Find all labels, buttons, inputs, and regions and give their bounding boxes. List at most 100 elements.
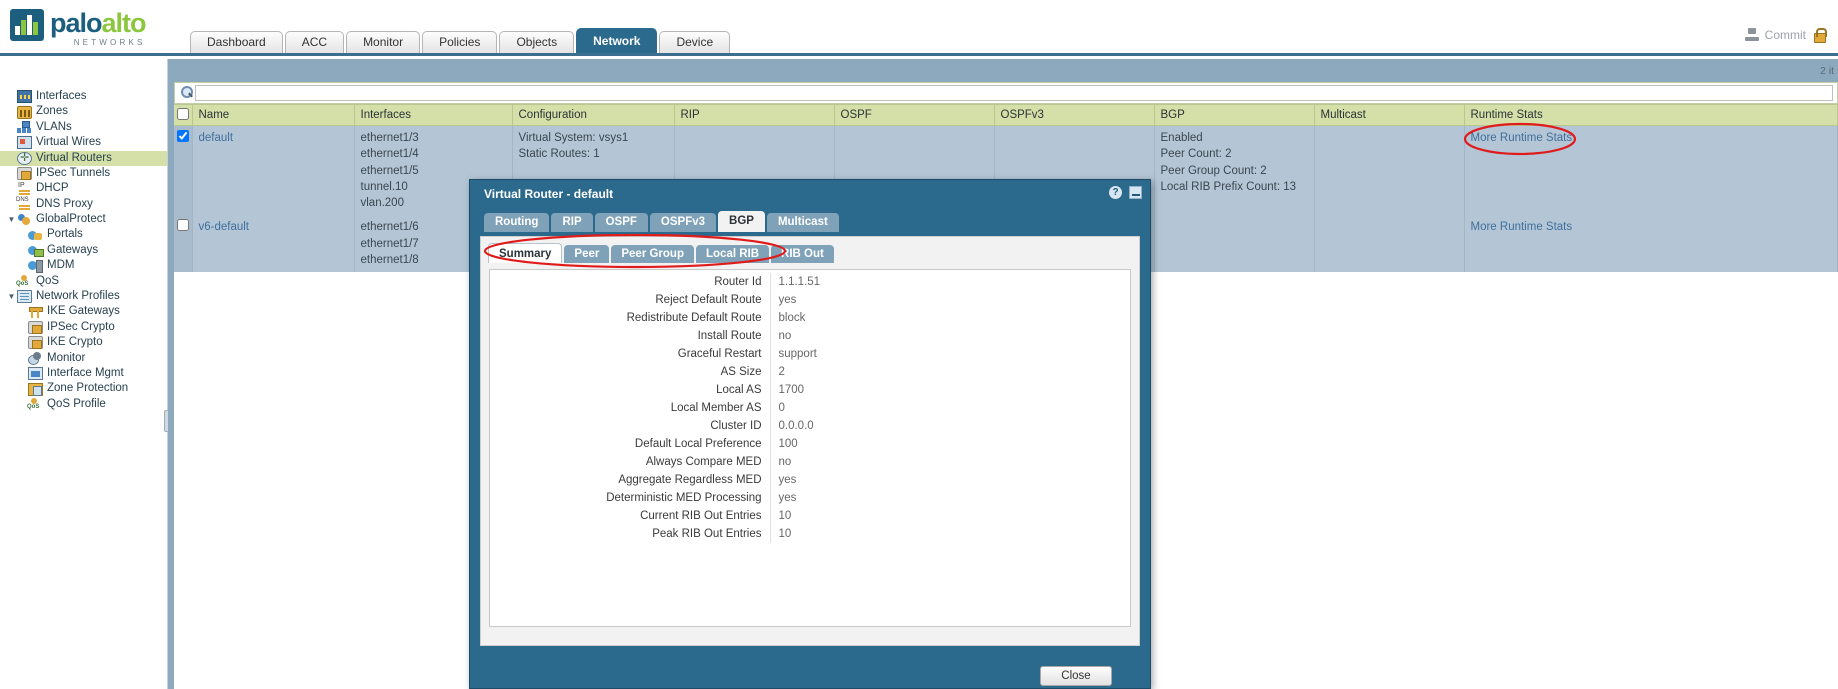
tab-objects[interactable]: Objects — [499, 31, 575, 53]
paloalto-logo-text: paloalto NETWORKS — [50, 8, 147, 47]
lock-icon[interactable] — [1812, 28, 1827, 43]
more-runtime-stats-link[interactable]: More Runtime Stats — [1471, 221, 1573, 233]
sidebar-item-interfaces[interactable]: Interfaces — [0, 89, 167, 104]
virtual-router-link[interactable]: v6-default — [199, 221, 250, 233]
cell-bgp — [1154, 215, 1315, 273]
close-button[interactable]: Close — [1040, 666, 1112, 686]
sidebar-item-zones[interactable]: Zones — [0, 104, 167, 119]
summary-key: Local Member AS — [670, 402, 762, 414]
search-input[interactable] — [195, 85, 1833, 101]
summary-value: 1.1.1.51 — [769, 273, 930, 291]
col-configuration[interactable]: Configuration — [512, 104, 675, 126]
sidebar-item-dns-proxy[interactable]: DNS Proxy — [0, 197, 167, 212]
commit-area: Commit — [1744, 28, 1827, 43]
col-name[interactable]: Name — [192, 104, 355, 126]
commit-icon — [1744, 28, 1759, 42]
bgp-summary-panel: Router Id 1.1.1.51 Reject Default Route yes… — [489, 269, 1131, 627]
sidebar-item-gateways[interactable]: Gateways — [0, 243, 167, 258]
sidebar-item-ipsec-tunnels[interactable]: IPSec Tunnels — [0, 166, 167, 181]
sidebar-item-monitor[interactable]: Monitor — [0, 351, 167, 366]
dialog-subtab-rib-out[interactable]: RIB Out — [771, 245, 834, 263]
virtual-router-link[interactable]: default — [199, 132, 234, 144]
sidebar-item-label: DNS Proxy — [36, 197, 93, 210]
summary-key: Aggregate Regardless MED — [618, 474, 762, 486]
sidebar-item-globalprotect[interactable]: ▼ GlobalProtect — [0, 212, 167, 227]
dialog-tab-ospf[interactable]: OSPF — [594, 213, 648, 232]
dialog-subtab-peer[interactable]: Peer — [564, 245, 610, 263]
cell-line: ethernet1/4 — [360, 148, 419, 161]
chevron-down-icon[interactable]: ▼ — [6, 215, 17, 224]
row-checkbox[interactable] — [177, 219, 189, 232]
brand-name-part1: palo — [50, 8, 103, 38]
dialog-tab-routing[interactable]: Routing — [484, 213, 550, 232]
sidebar-item-network-profiles[interactable]: ▼ Network Profiles — [0, 289, 167, 304]
summary-row: Router Id 1.1.1.51 — [490, 273, 930, 291]
tab-network[interactable]: Network — [576, 28, 658, 53]
sidebar-item-zone-protection[interactable]: Zone Protection — [0, 381, 167, 396]
chevron-down-icon[interactable]: ▼ — [6, 292, 17, 301]
row-checkbox[interactable] — [177, 130, 189, 142]
summary-value: no — [769, 327, 930, 345]
sidebar-item-label: QoS — [36, 274, 60, 287]
summary-value: 0 — [769, 399, 930, 417]
dialog-subtab-summary[interactable]: Summary — [488, 243, 563, 263]
search-icon[interactable] — [179, 85, 195, 101]
dialog-tab-bgp[interactable]: BGP — [718, 211, 765, 232]
main-navigation-tabs: Dashboard ACC Monitor Policies Objects N… — [190, 28, 732, 53]
sidebar-item-ipsec-crypto[interactable]: IPSec Crypto — [0, 320, 167, 335]
dialog-tab-rip[interactable]: RIP — [551, 213, 593, 232]
sidebar-item-portals[interactable]: Portals — [0, 228, 167, 243]
sidebar-item-dhcp[interactable]: DHCP — [0, 181, 167, 196]
minimize-icon[interactable] — [1129, 186, 1142, 199]
commit-label[interactable]: Commit — [1765, 28, 1806, 42]
dialog-subtab-local-rib[interactable]: Local RIB — [696, 245, 770, 263]
dialog-tab-multicast[interactable]: Multicast — [766, 213, 839, 232]
items-count-label: 2 it — [1819, 65, 1834, 77]
col-bgp[interactable]: BGP — [1154, 104, 1315, 126]
sidebar-item-qos-profile[interactable]: QoS Profile — [0, 397, 167, 412]
sidebar-item-virtual-wires[interactable]: Virtual Wires — [0, 135, 167, 150]
sidebar-item-mdm[interactable]: MDM — [0, 258, 167, 274]
dialog-tab-ospfv3[interactable]: OSPFv3 — [649, 213, 717, 232]
sidebar-item-ike-gateways[interactable]: IKE Gateways — [0, 304, 167, 319]
qos-profile-icon — [27, 398, 43, 411]
col-multicast[interactable]: Multicast — [1314, 104, 1465, 126]
summary-row: Graceful Restart support — [490, 345, 930, 363]
col-interfaces[interactable]: Interfaces — [354, 104, 513, 126]
summary-value: support — [769, 345, 930, 363]
summary-key: Always Compare MED — [645, 456, 762, 468]
tab-device[interactable]: Device — [659, 31, 731, 53]
summary-value: 100 — [769, 435, 930, 453]
gateways-icon — [28, 244, 44, 258]
app-header: paloalto NETWORKS Dashboard ACC Monitor … — [0, 0, 1838, 56]
select-all-checkbox[interactable] — [177, 107, 189, 120]
help-icon[interactable]: ? — [1109, 186, 1122, 199]
sidebar-item-virtual-routers[interactable]: Virtual Routers — [0, 150, 167, 166]
dialog-subtab-peer-group[interactable]: Peer Group — [611, 245, 694, 263]
summary-key: Install Route — [697, 330, 762, 342]
col-ospf[interactable]: OSPF — [834, 104, 995, 126]
summary-row: Redistribute Default Route block — [490, 309, 930, 327]
summary-key: Local AS — [716, 384, 762, 396]
sidebar-item-qos[interactable]: QoS — [0, 274, 167, 289]
cell-line: ethernet1/5 — [360, 164, 419, 177]
virtual-wires-icon — [17, 136, 32, 150]
cell-multicast — [1314, 215, 1465, 273]
summary-row: AS Size 2 — [490, 363, 930, 381]
col-runtime-stats[interactable]: Runtime Stats — [1464, 104, 1838, 126]
sidebar-item-label: MDM — [47, 259, 75, 272]
summary-value: 2 — [769, 363, 930, 381]
tab-policies[interactable]: Policies — [422, 31, 498, 53]
summary-value: yes — [769, 471, 930, 489]
more-runtime-stats-link[interactable]: More Runtime Stats — [1471, 132, 1573, 144]
tab-dashboard[interactable]: Dashboard — [190, 31, 283, 53]
tab-monitor[interactable]: Monitor — [346, 31, 421, 53]
sidebar-item-interface-mgmt[interactable]: Interface Mgmt — [0, 366, 167, 381]
cell-line: Local RIB Prefix Count: 13 — [1160, 180, 1297, 193]
sidebar-item-vlans[interactable]: VLANs — [0, 120, 167, 135]
sidebar-item-label: IPSec Tunnels — [36, 166, 111, 179]
tab-acc[interactable]: ACC — [284, 31, 345, 53]
col-rip[interactable]: RIP — [674, 104, 835, 126]
col-ospfv3[interactable]: OSPFv3 — [994, 104, 1155, 126]
sidebar-item-ike-crypto[interactable]: IKE Crypto — [0, 335, 167, 350]
